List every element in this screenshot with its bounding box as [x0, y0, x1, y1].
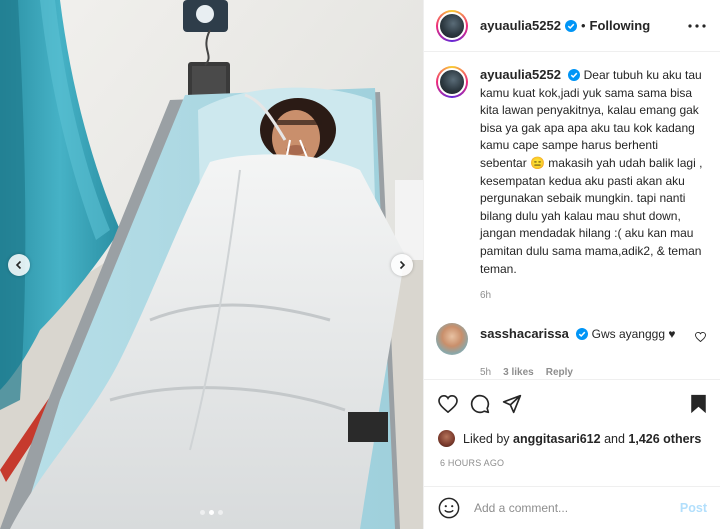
comment-input[interactable] [474, 501, 680, 515]
more-icon [688, 23, 706, 28]
comment-reply-button[interactable]: Reply [546, 367, 573, 378]
comment-likes-count[interactable]: 3 likes [503, 367, 534, 378]
caption-age[interactable]: 6h [480, 290, 706, 301]
liker-avatar[interactable] [438, 430, 455, 447]
emoji-button[interactable] [438, 497, 460, 519]
post-side-panel: ayuaulia5252 • Following ayuaulia5252 De… [423, 0, 720, 529]
comment-icon [470, 394, 490, 413]
post-header: ayuaulia5252 • Following [424, 0, 720, 52]
comment-composer: Post [424, 486, 720, 529]
photo-scene [0, 0, 423, 529]
liker-username[interactable]: anggitasari612 [513, 432, 601, 446]
comment-age[interactable]: 5h [480, 367, 491, 378]
post-timestamp[interactable]: 6 HOURS AGO [440, 458, 504, 468]
post-comment-button[interactable]: Post [680, 501, 707, 515]
caption-author-avatar[interactable] [436, 66, 468, 98]
carousel-next-button[interactable] [391, 254, 413, 276]
comment-body: sasshacarissa Gws ayanggg ♥ [480, 326, 680, 355]
heart-icon [438, 394, 458, 413]
heart-icon [695, 332, 706, 343]
likes-joiner: and [604, 431, 625, 446]
save-icon [691, 394, 706, 413]
chevron-right-icon [399, 260, 406, 270]
save-button[interactable] [690, 394, 707, 414]
carousel-dot-active [209, 510, 214, 515]
following-button[interactable]: Following [590, 18, 651, 33]
caption-text: Dear tubuh ku aku tau kamu kuat kok,jadi… [480, 68, 703, 276]
commenter-avatar[interactable] [436, 323, 468, 356]
comments-section: ayuaulia5252 Dear tubuh ku aku tau kamu … [424, 52, 720, 378]
likes-others[interactable]: 1,426 others [628, 432, 701, 446]
carousel-indicator [0, 510, 423, 515]
comment-meta: 5h 3 likes Reply [480, 367, 706, 378]
carousel-dot [200, 510, 205, 515]
post-photo[interactable] [0, 0, 423, 529]
share-icon [502, 394, 522, 413]
likes-summary: Liked by anggitasari612 and 1,426 others [438, 430, 701, 447]
more-options-button[interactable] [688, 23, 706, 28]
verified-icon [568, 69, 581, 81]
caption-username[interactable]: ayuaulia5252 [480, 67, 561, 82]
post-caption: ayuaulia5252 Dear tubuh ku aku tau kamu … [436, 66, 706, 278]
share-button[interactable] [502, 394, 522, 414]
comment-like-button[interactable] [695, 329, 706, 347]
emoji-icon [438, 497, 460, 519]
author-username[interactable]: ayuaulia5252 [480, 18, 561, 33]
header-separator: • [580, 18, 586, 33]
comment-button[interactable] [470, 394, 490, 414]
carousel-dot [218, 510, 223, 515]
author-avatar[interactable] [436, 9, 468, 42]
comment-text: Gws ayanggg ♥ [591, 327, 676, 342]
carousel-prev-button[interactable] [8, 254, 30, 276]
like-button[interactable] [438, 394, 458, 413]
chevron-left-icon [15, 260, 22, 270]
verified-icon [576, 328, 589, 341]
comment-item: sasshacarissa Gws ayanggg ♥ [436, 323, 706, 356]
comment-username[interactable]: sasshacarissa [480, 326, 569, 341]
likes-prefix: Liked by [463, 431, 510, 446]
action-bar [424, 379, 720, 427]
verified-icon [564, 19, 577, 32]
caption-body: ayuaulia5252 Dear tubuh ku aku tau kamu … [480, 66, 706, 278]
